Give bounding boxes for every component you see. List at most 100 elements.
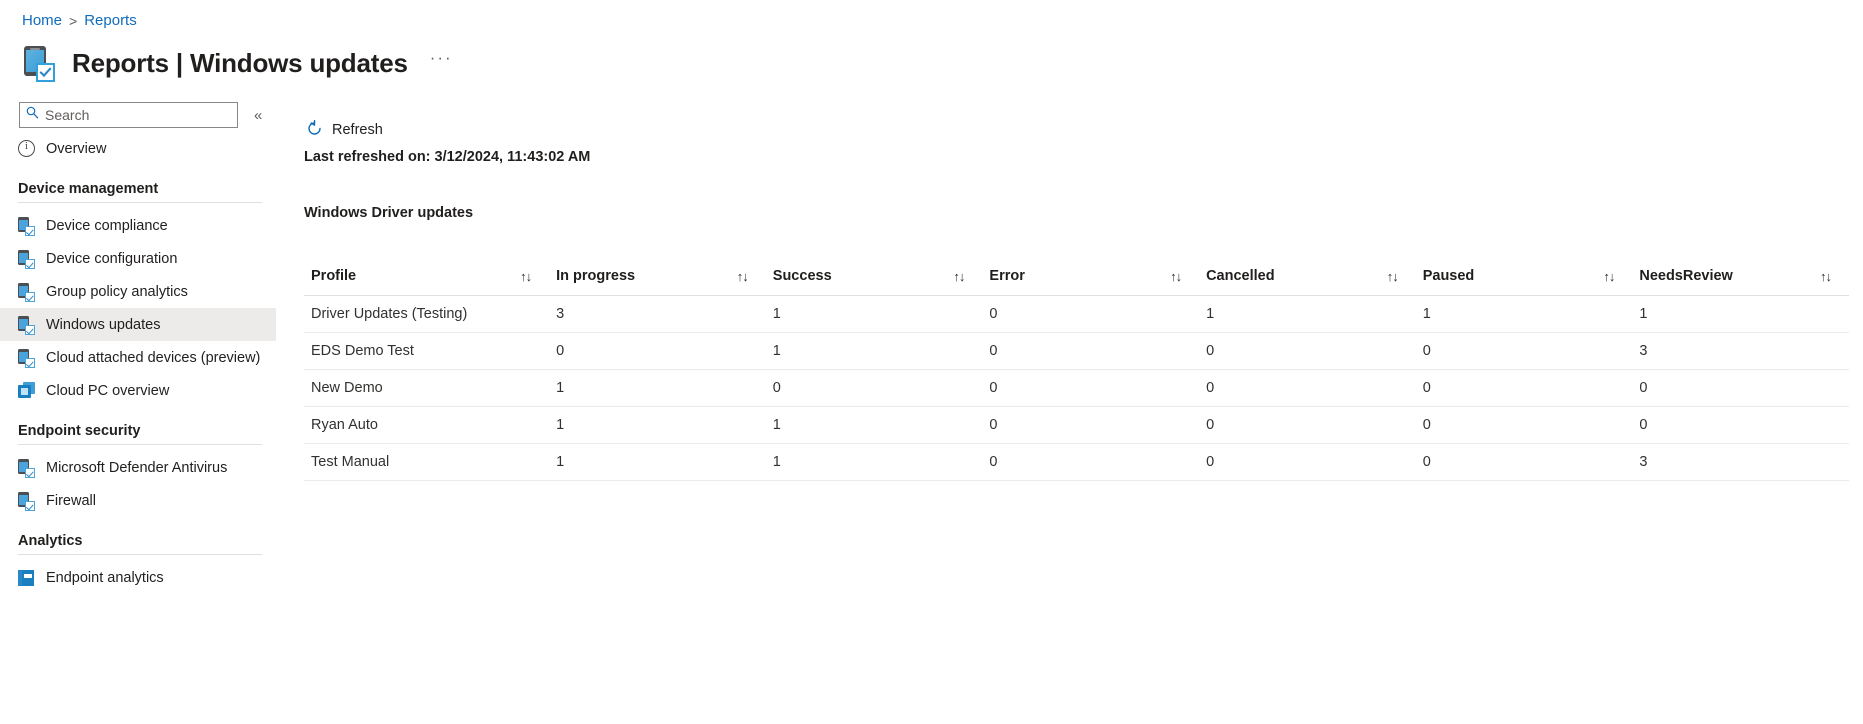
sidebar-item-group-policy-analytics[interactable]: Group policy analytics (0, 275, 276, 308)
sidebar-group-title-analytics: Analytics (0, 517, 276, 554)
cell-error: 0 (982, 444, 1199, 481)
info-icon (18, 140, 36, 158)
column-header-paused[interactable]: Paused ↑↓ (1416, 268, 1633, 296)
cell-in-progress: 1 (549, 407, 766, 444)
cell-profile: Driver Updates (Testing) (304, 296, 549, 333)
device-check-icon (18, 283, 36, 301)
sort-icon[interactable]: ↑↓ (1170, 269, 1181, 284)
cell-cancelled: 0 (1199, 333, 1416, 370)
cloud-pc-icon (18, 382, 36, 400)
cell-error: 0 (982, 333, 1199, 370)
cell-success: 1 (766, 407, 983, 444)
column-header-cancelled[interactable]: Cancelled ↑↓ (1199, 268, 1416, 296)
sidebar-item-overview[interactable]: Overview (0, 132, 276, 165)
sort-icon[interactable]: ↑↓ (737, 269, 748, 284)
refresh-label: Refresh (332, 122, 383, 138)
cell-needsreview: 0 (1632, 370, 1849, 407)
cell-profile: EDS Demo Test (304, 333, 549, 370)
column-header-error[interactable]: Error ↑↓ (982, 268, 1199, 296)
table-row[interactable]: EDS Demo Test 0 1 0 0 0 3 (304, 333, 1849, 370)
breadcrumb: Home > Reports (0, 0, 1863, 32)
refresh-icon (306, 120, 323, 141)
cell-needsreview: 0 (1632, 407, 1849, 444)
cell-error: 0 (982, 296, 1199, 333)
section-title-windows-driver-updates: Windows Driver updates (304, 165, 1863, 221)
cell-needsreview: 3 (1632, 333, 1849, 370)
device-check-icon (18, 492, 36, 510)
table-row[interactable]: New Demo 1 0 0 0 0 0 (304, 370, 1849, 407)
sidebar-item-label: Overview (46, 141, 106, 157)
main-content: Refresh Last refreshed on: 3/12/2024, 11… (276, 90, 1863, 718)
cell-paused: 1 (1416, 296, 1633, 333)
last-refreshed-text: Last refreshed on: 3/12/2024, 11:43:02 A… (304, 140, 1863, 165)
sidebar-group-divider (18, 554, 262, 555)
cell-needsreview: 3 (1632, 444, 1849, 481)
column-header-label: In progress (556, 268, 635, 284)
column-header-label: Error (989, 268, 1024, 284)
sidebar-search-row: « (0, 98, 276, 132)
sidebar-item-endpoint-analytics[interactable]: Endpoint analytics (0, 561, 276, 594)
collapse-sidebar-button[interactable]: « (250, 104, 266, 127)
device-check-icon (22, 43, 58, 83)
column-header-in-progress[interactable]: In progress ↑↓ (549, 268, 766, 296)
cell-paused: 0 (1416, 407, 1633, 444)
sidebar: « Overview Device management Device comp… (0, 90, 276, 718)
cell-paused: 0 (1416, 444, 1633, 481)
cell-in-progress: 1 (549, 370, 766, 407)
cell-error: 0 (982, 407, 1199, 444)
column-header-label: Profile (311, 268, 356, 284)
search-input[interactable] (45, 107, 231, 123)
page-header: Reports | Windows updates ··· (0, 32, 1863, 90)
table-row[interactable]: Test Manual 1 1 0 0 0 3 (304, 444, 1849, 481)
sidebar-item-label: Device configuration (46, 251, 177, 267)
sort-icon[interactable]: ↑↓ (1603, 269, 1614, 284)
table-row[interactable]: Ryan Auto 1 1 0 0 0 0 (304, 407, 1849, 444)
sidebar-item-cloud-attached-devices[interactable]: Cloud attached devices (preview) (0, 341, 276, 374)
refresh-button[interactable]: Refresh (304, 115, 390, 146)
more-options-button[interactable]: ··· (430, 48, 453, 68)
cell-success: 1 (766, 296, 983, 333)
sidebar-item-microsoft-defender-antivirus[interactable]: Microsoft Defender Antivirus (0, 451, 276, 484)
column-header-profile[interactable]: Profile ↑↓ (304, 268, 549, 296)
sidebar-item-device-configuration[interactable]: Device configuration (0, 242, 276, 275)
cell-cancelled: 1 (1199, 296, 1416, 333)
breadcrumb-item-home[interactable]: Home (22, 11, 62, 31)
cell-success: 1 (766, 444, 983, 481)
analytics-book-icon (18, 569, 36, 587)
cell-paused: 0 (1416, 333, 1633, 370)
column-header-label: Success (773, 268, 832, 284)
column-header-needsreview[interactable]: NeedsReview ↑↓ (1632, 268, 1849, 296)
device-check-icon (18, 217, 36, 235)
sort-icon[interactable]: ↑↓ (953, 269, 964, 284)
cell-in-progress: 1 (549, 444, 766, 481)
cell-success: 0 (766, 370, 983, 407)
sidebar-item-label: Firewall (46, 493, 96, 509)
breadcrumb-item-reports[interactable]: Reports (84, 11, 137, 31)
cell-in-progress: 3 (549, 296, 766, 333)
cell-paused: 0 (1416, 370, 1633, 407)
cell-needsreview: 1 (1632, 296, 1849, 333)
column-header-success[interactable]: Success ↑↓ (766, 268, 983, 296)
device-check-icon (18, 349, 36, 367)
device-check-icon (18, 250, 36, 268)
column-header-label: NeedsReview (1639, 268, 1733, 284)
cell-profile: Test Manual (304, 444, 549, 481)
cell-success: 1 (766, 333, 983, 370)
sidebar-group-title-endpoint-security: Endpoint security (0, 407, 276, 444)
sidebar-item-cloud-pc-overview[interactable]: Cloud PC overview (0, 374, 276, 407)
sidebar-item-device-compliance[interactable]: Device compliance (0, 209, 276, 242)
sort-icon[interactable]: ↑↓ (1387, 269, 1398, 284)
sidebar-item-label: Cloud attached devices (preview) (46, 350, 260, 366)
cell-cancelled: 0 (1199, 444, 1416, 481)
sidebar-group-title-device-management: Device management (0, 165, 276, 202)
search-box[interactable] (19, 102, 238, 128)
sort-icon[interactable]: ↑↓ (520, 269, 531, 284)
table-row[interactable]: Driver Updates (Testing) 3 1 0 1 1 1 (304, 296, 1849, 333)
report-table-container: Profile ↑↓ In progress ↑↓ Success ↑↓ Err… (304, 221, 1849, 481)
cell-cancelled: 0 (1199, 370, 1416, 407)
table-header-row: Profile ↑↓ In progress ↑↓ Success ↑↓ Err… (304, 268, 1849, 296)
sort-icon[interactable]: ↑↓ (1820, 269, 1831, 284)
sidebar-item-windows-updates[interactable]: Windows updates (0, 308, 276, 341)
sidebar-item-firewall[interactable]: Firewall (0, 484, 276, 517)
cell-cancelled: 0 (1199, 407, 1416, 444)
